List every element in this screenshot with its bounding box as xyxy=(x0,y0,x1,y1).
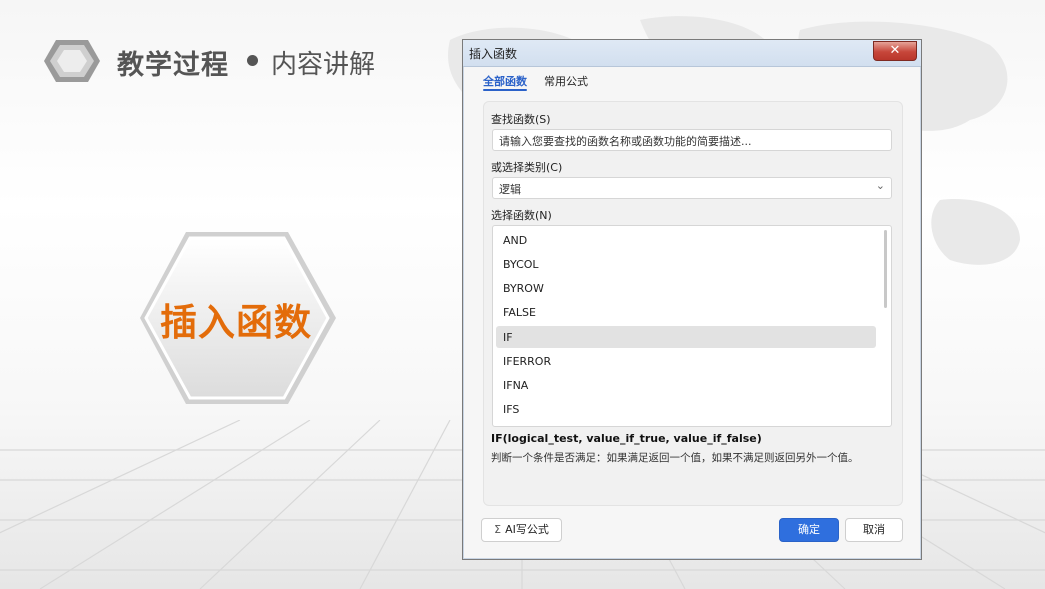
title-bullet-dot xyxy=(247,55,258,66)
function-list-label: 选择函数(N) xyxy=(491,209,552,222)
title-diamond-icon xyxy=(44,40,100,82)
list-item-selected[interactable]: IF xyxy=(496,326,876,348)
list-item[interactable]: FALSE xyxy=(496,301,876,323)
category-select[interactable]: 逻辑 ⌄ xyxy=(492,177,892,199)
list-item[interactable]: IFERROR xyxy=(496,350,876,372)
dialog-title: 插入函数 xyxy=(469,47,518,61)
hexagon-label: 插入函数 xyxy=(160,301,312,344)
function-list[interactable]: AND BYCOL BYROW FALSE IF IFERROR IFNA IF… xyxy=(492,225,892,427)
active-tab-indicator xyxy=(483,89,527,91)
search-input[interactable]: 请输入您要查找的函数名称或函数功能的简要描述... xyxy=(492,129,892,151)
tab-common-formulas[interactable]: 常用公式 xyxy=(544,73,588,89)
close-button[interactable]: ✕ xyxy=(873,41,917,61)
cancel-button[interactable]: 取消 xyxy=(845,518,903,542)
function-signature: IF(logical_test, value_if_true, value_if… xyxy=(491,432,762,445)
function-description: 判断一个条件是否满足：如果满足返回一个值，如果不满足则返回另外一个值。 xyxy=(491,452,859,464)
slide-subtitle: 内容讲解 xyxy=(271,50,376,80)
ai-formula-button[interactable]: Σ AI写公式 xyxy=(481,518,562,542)
close-icon: ✕ xyxy=(889,43,901,58)
search-label: 查找函数(S) xyxy=(491,113,551,126)
chevron-down-icon: ⌄ xyxy=(875,179,885,192)
insert-function-dialog: 插入函数 ✕ 全部函数 常用公式 查找函数(S) 请输入您要查找的函数名称或函数… xyxy=(462,39,922,560)
dialog-titlebar[interactable]: 插入函数 ✕ xyxy=(463,40,921,67)
sigma-icon: Σ xyxy=(494,523,502,536)
list-item[interactable]: IFS xyxy=(496,398,876,420)
list-item[interactable]: BYCOL xyxy=(496,253,876,275)
list-item[interactable]: AND xyxy=(496,229,876,251)
search-placeholder: 请输入您要查找的函数名称或函数功能的简要描述... xyxy=(499,135,752,148)
list-scrollbar[interactable] xyxy=(884,230,887,308)
slide-title: 教学过程 xyxy=(117,50,229,81)
list-item[interactable]: BYROW xyxy=(496,277,876,299)
list-item[interactable]: IFNA xyxy=(496,374,876,396)
category-label: 或选择类别(C) xyxy=(491,161,563,174)
category-value: 逻辑 xyxy=(499,183,521,196)
ok-button[interactable]: 确定 xyxy=(779,518,839,542)
tab-all-functions[interactable]: 全部函数 xyxy=(483,73,527,89)
